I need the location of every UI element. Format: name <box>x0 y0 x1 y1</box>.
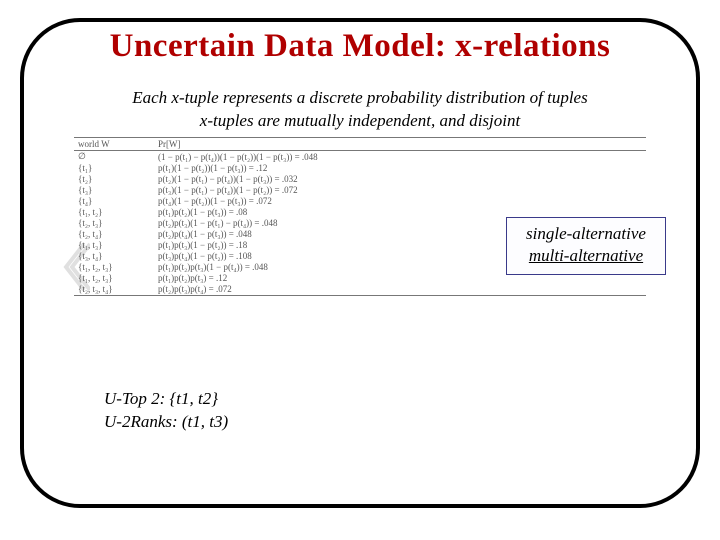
cell-world: {t₂, t₃, t₄} <box>74 284 154 296</box>
cell-world: {t₄} <box>74 196 154 207</box>
cell-pr: p(t₂)(1 − p(t₁) − p(t₄))(1 − p(t₃)) = .0… <box>154 174 646 185</box>
table-header-world: world W <box>74 137 154 150</box>
table-row: ∅(1 − p(t₁) − p(t₄))(1 − p(t₂))(1 − p(t₃… <box>74 150 646 163</box>
table-row: {t₂}p(t₂)(1 − p(t₁) − p(t₄))(1 − p(t₃)) … <box>74 174 646 185</box>
cell-world: {t₁, t₂, t₃} <box>74 273 154 284</box>
cell-world: {t₃, t₄} <box>74 251 154 262</box>
legend-multi-alternative: multi-alternative <box>521 245 651 267</box>
note-utop2: U-Top 2: {t1, t2} <box>104 388 228 411</box>
subtitle-line-2: x-tuples are mutually independent, and d… <box>64 110 656 133</box>
legend-box: single-alternative multi-alternative <box>506 217 666 275</box>
note-u2ranks: U-2Ranks: (t1, t3) <box>104 411 228 434</box>
cell-pr: (1 − p(t₁) − p(t₄))(1 − p(t₂))(1 − p(t₃)… <box>154 150 646 163</box>
cell-world: {t₁, t₃} <box>74 240 154 251</box>
slide-frame: Uncertain Data Model: x-relations Each x… <box>20 18 700 508</box>
table-row: {t₁}p(t₁)(1 − p(t₂))(1 − p(t₃)) = .12 <box>74 163 646 174</box>
cell-world: ∅ <box>74 150 154 163</box>
cell-world: {t₂, t₄} <box>74 229 154 240</box>
cell-pr: p(t₃)(1 − p(t₁) − p(t₄))(1 − p(t₂)) = .0… <box>154 185 646 196</box>
table-row: {t₂, t₃, t₄}p(t₂)p(t₃)p(t₄) = .072 <box>74 284 646 296</box>
cell-pr: p(t₄)(1 − p(t₂))(1 − p(t₃)) = .072 <box>154 196 646 207</box>
cell-world: {t₁, t₂} <box>74 207 154 218</box>
table-header-pr: Pr[W] <box>154 137 646 150</box>
table-row: {t₃}p(t₃)(1 − p(t₁) − p(t₄))(1 − p(t₂)) … <box>74 185 646 196</box>
cell-world: {t₂, t₃} <box>74 218 154 229</box>
legend-single-alternative: single-alternative <box>521 223 651 245</box>
table-row: {t₄}p(t₄)(1 − p(t₂))(1 − p(t₃)) = .072 <box>74 196 646 207</box>
cell-world: {t₃} <box>74 185 154 196</box>
bottom-notes: U-Top 2: {t1, t2} U-2Ranks: (t1, t3) <box>104 388 228 434</box>
subtitle-line-1: Each x-tuple represents a discrete proba… <box>64 87 656 110</box>
cell-world: {t₁} <box>74 163 154 174</box>
cell-pr: p(t₁)(1 − p(t₂))(1 − p(t₃)) = .12 <box>154 163 646 174</box>
slide-subtitle: Each x-tuple represents a discrete proba… <box>24 87 696 133</box>
cell-world: {t₂} <box>74 174 154 185</box>
cell-pr: p(t₂)p(t₃)p(t₄) = .072 <box>154 284 646 296</box>
slide-title: Uncertain Data Model: x-relations <box>24 28 696 65</box>
cell-world: {t₁, t₂, t₃} <box>74 262 154 273</box>
